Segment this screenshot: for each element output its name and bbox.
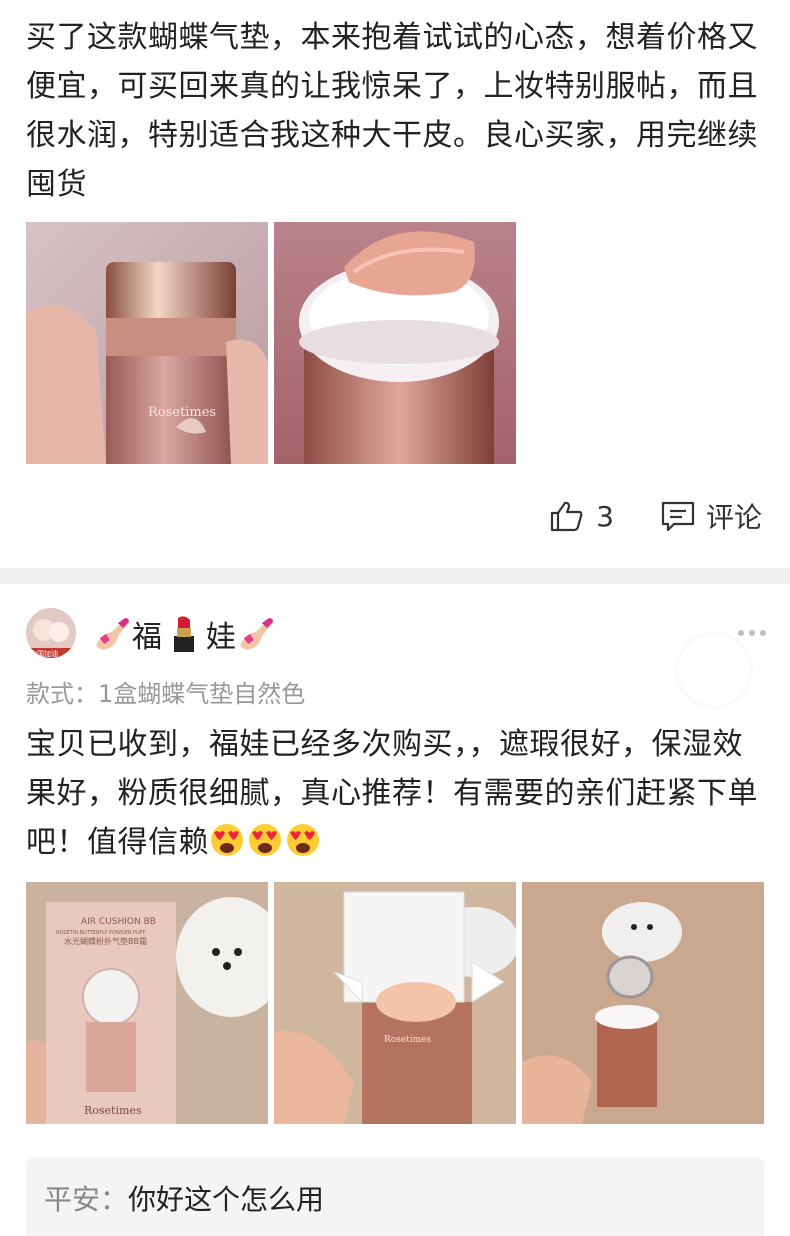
svg-text:水光蝴蝶粉扑气垫BB霜: 水光蝴蝶粉扑气垫BB霜 — [64, 936, 147, 946]
review-text: 买了这款蝴蝶气垫，本来抱着试试的心态，想着价格又便宜，可买回来真的让我惊呆了，上… — [26, 20, 758, 202]
photo-gallery: Rosetimes — [26, 222, 516, 464]
svg-text:Rosetimes: Rosetimes — [384, 1035, 431, 1045]
username[interactable]: 福娃 福 娃 — [92, 612, 276, 656]
reply-author: 平安： — [44, 1183, 129, 1216]
review-text: 宝贝已收到，福娃已经多次购买，，遮瑕很好，保湿效果好，粉质很细腻，真心推荐！有需… — [26, 727, 758, 860]
lipstick-icon — [174, 616, 194, 652]
nail-polish-icon — [240, 618, 273, 650]
svg-text:Rosetimes: Rosetimes — [84, 1104, 142, 1117]
avatar-image: 中国加油 — [26, 608, 76, 658]
review-actions: 3 评论 — [550, 496, 762, 536]
dot-icon — [738, 630, 744, 636]
cushion-in-hand-photo — [522, 882, 764, 1124]
nail-polish-icon — [96, 618, 129, 650]
avatar[interactable]: 中国加油 — [26, 608, 76, 658]
svg-text:ROSETIN BUTTERFLY POWDER PUFF: ROSETIN BUTTERFLY POWDER PUFF — [56, 930, 146, 936]
dot-icon — [749, 630, 755, 636]
review-text-container: 宝贝已收到，福娃已经多次购买，，遮瑕很好，保湿效果好，粉质很细腻，真心推荐！有需… — [26, 720, 766, 867]
comment-label: 评论 — [705, 501, 762, 534]
username-char-2: 娃 — [206, 620, 236, 655]
username-display: 福 娃 — [132, 612, 236, 656]
svg-text:中国加油: 中国加油 — [30, 649, 58, 658]
product-variant: 款式：1盒蝴蝶气垫自然色 — [26, 680, 306, 708]
review-photo[interactable] — [274, 222, 516, 464]
review-photo[interactable]: Rosetimes — [274, 882, 516, 1124]
review-card: 买了这款蝴蝶气垫，本来抱着试试的心态，想着价格又便宜，可买回来真的让我惊呆了，上… — [0, 0, 790, 568]
like-button[interactable]: 3 — [550, 500, 614, 533]
opened-box-photo: Rosetimes — [274, 882, 516, 1124]
open-cushion-photo — [274, 222, 516, 464]
review-card: 中国加油 福 娃 福 娃 — [0, 584, 790, 1236]
username-text: 福娃 福 娃 — [132, 612, 236, 656]
svg-text:Rosetimes: Rosetimes — [148, 405, 216, 420]
like-count: 3 — [596, 499, 614, 533]
reply-comment[interactable]: 平安：你好这个怎么用 — [26, 1158, 764, 1236]
more-options-button[interactable] — [738, 630, 766, 636]
floating-button[interactable] — [678, 634, 750, 706]
heart-eyes-emoji-icon — [287, 824, 319, 856]
username-char-1: 福 — [132, 620, 162, 655]
cushion-bottle-photo: Rosetimes — [26, 222, 268, 464]
reply-message: 你好这个怎么用 — [128, 1183, 325, 1216]
comment-button[interactable]: 评论 — [660, 496, 762, 536]
thumbs-up-icon — [551, 501, 583, 532]
section-divider — [0, 568, 790, 584]
review-photo[interactable]: Rosetimes — [26, 222, 268, 464]
comment-icon — [661, 501, 695, 532]
dot-icon — [760, 630, 766, 636]
heart-eyes-emoji-icon — [249, 824, 281, 856]
review-photo[interactable] — [522, 882, 764, 1124]
heart-eyes-emoji-icon — [211, 824, 243, 856]
review-photo[interactable]: AIR CUSHION BB ROSETIN BUTTERFLY POWDER … — [26, 882, 268, 1124]
product-box-photo: AIR CUSHION BB ROSETIN BUTTERFLY POWDER … — [26, 882, 268, 1124]
svg-text:AIR CUSHION BB: AIR CUSHION BB — [81, 917, 156, 927]
photo-gallery: AIR CUSHION BB ROSETIN BUTTERFLY POWDER … — [26, 882, 764, 1124]
